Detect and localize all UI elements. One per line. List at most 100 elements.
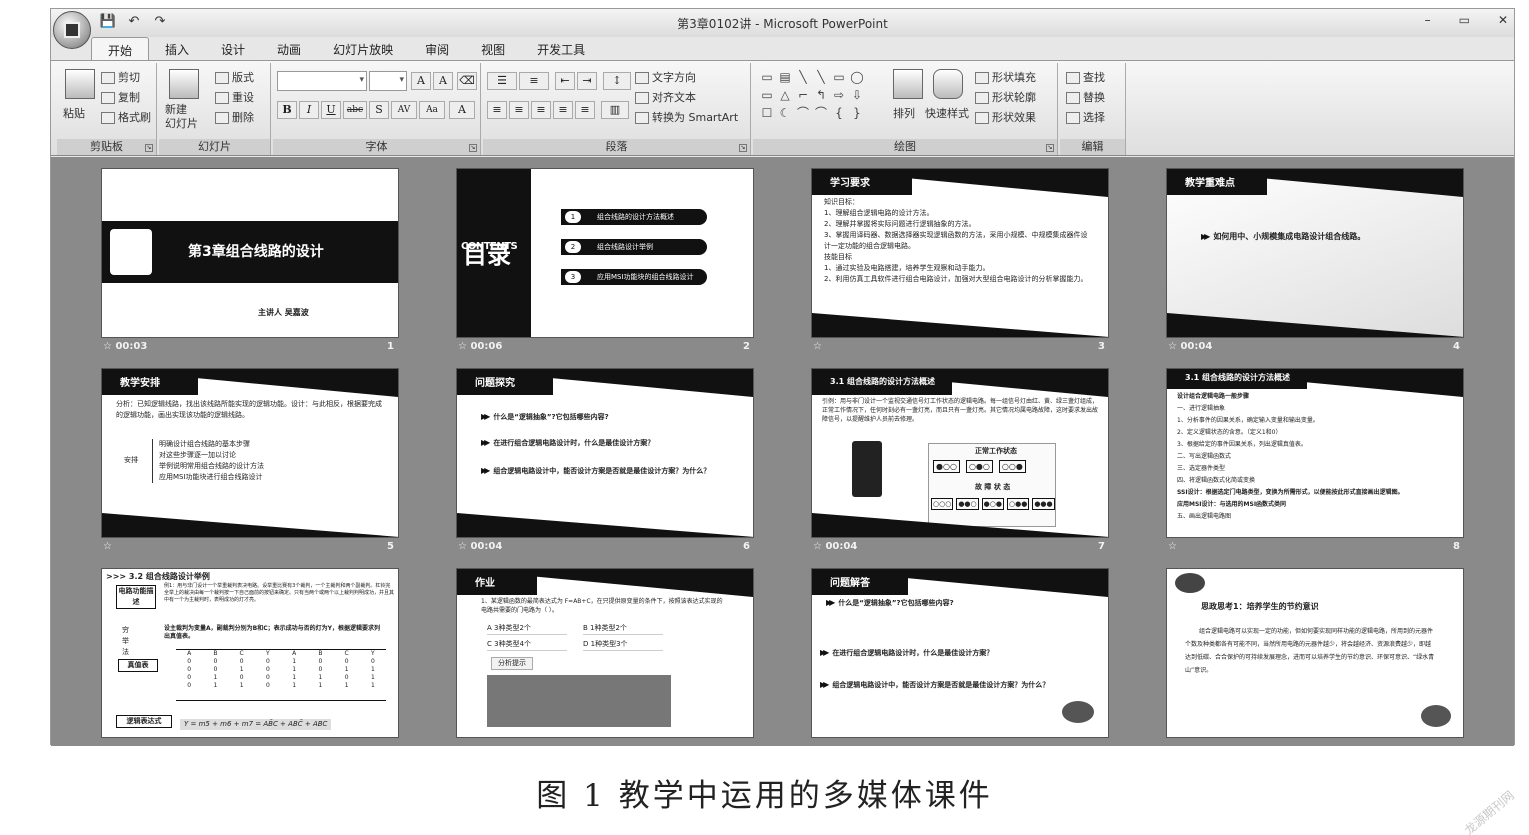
font-color-button[interactable]: A xyxy=(449,101,475,119)
strikethrough-button[interactable]: abc xyxy=(343,101,367,119)
align-center-icon[interactable]: ≡ xyxy=(509,101,529,119)
paste-button[interactable]: 粘贴 xyxy=(63,105,85,121)
shape-effects-button[interactable]: 形状效果 xyxy=(975,109,1036,125)
font-size-select[interactable] xyxy=(369,71,407,91)
analysis-tip-button[interactable]: 分析提示 xyxy=(491,657,533,670)
slide-thumbnail-8[interactable]: 3.1 组合线路的设计方法概述 设计组合逻辑电路一般步骤 一、进行逻辑抽象 1、… xyxy=(1166,368,1464,538)
underline-button[interactable]: U xyxy=(321,101,341,119)
contents-item-3: 3 应用MSI功能块的组合线路设计 xyxy=(561,269,707,285)
tab-review[interactable]: 审阅 xyxy=(409,37,465,61)
columns-icon[interactable]: ▥ xyxy=(601,101,629,119)
clipboard-launcher-icon[interactable]: ↘ xyxy=(145,144,153,152)
option-d[interactable]: D 1种类型3个 xyxy=(583,639,663,651)
shrink-font-icon[interactable]: A xyxy=(433,72,453,90)
close-button[interactable]: ✕ xyxy=(1498,13,1508,27)
bullets-icon[interactable]: ☰ xyxy=(487,72,517,90)
justify-icon[interactable]: ≡ xyxy=(553,101,573,119)
slide-thumbnail-12[interactable]: 思政思考1：培养学生的节约意识 组合逻辑电路可以实现一定的功能，但如何要实现同样… xyxy=(1166,568,1464,738)
align-text-button[interactable]: 对齐文本 xyxy=(635,89,696,105)
shape-fill-button[interactable]: 形状填充 xyxy=(975,69,1036,85)
slide-title: 教学安排 xyxy=(120,378,160,389)
tab-view[interactable]: 视图 xyxy=(465,37,521,61)
slide-title: 3.1 组合线路的设计方法概述 xyxy=(1185,373,1290,382)
tab-slideshow[interactable]: 幻灯片放映 xyxy=(317,37,409,61)
distribute-icon[interactable]: ≡ xyxy=(575,101,595,119)
arrange-icon[interactable] xyxy=(893,69,923,99)
pen-icon xyxy=(975,92,989,104)
tab-developer[interactable]: 开发工具 xyxy=(521,37,601,61)
format-painter-button[interactable]: 格式刷 xyxy=(101,109,151,125)
replace-button[interactable]: 替换 xyxy=(1066,89,1105,105)
paste-icon[interactable] xyxy=(65,69,95,99)
slide-thumbnail-5[interactable]: 教学安排 分析：已知逻辑线路，找出该线路所能实现的逻辑功能。设计：与此相反，根据… xyxy=(101,368,399,538)
arrange-button[interactable]: 排列 xyxy=(893,105,915,121)
decor-bottom xyxy=(812,313,1108,337)
slide-thumbnail-6[interactable]: 问题探究 ▶▶ 什么是“逻辑抽象”?它包括哪些内容? ▶▶ 在进行组合逻辑电路设计时… xyxy=(456,368,754,538)
drawing-launcher-icon[interactable]: ↘ xyxy=(1046,144,1054,152)
slide-thumbnail-2[interactable]: 目录 CONTENTS 1 组合线路的设计方法概述 2 组合线路设计举例 3 应用MS… xyxy=(456,168,754,338)
font-launcher-icon[interactable]: ↘ xyxy=(469,144,477,152)
tab-design[interactable]: 设计 xyxy=(205,37,261,61)
office-button[interactable] xyxy=(53,11,91,49)
maximize-button[interactable]: ▭ xyxy=(1459,13,1470,27)
slide-thumbnail-11[interactable]: 问题解答 ▶▶ 什么是“逻辑抽象”?它包括哪些内容? ▶▶ 在进行组合逻辑电路设计时… xyxy=(811,568,1109,738)
option-c[interactable]: C 3种类型4个 xyxy=(487,639,567,651)
new-slide-button[interactable]: 新建 幻灯片 xyxy=(165,103,198,131)
paint-bucket-icon xyxy=(975,72,989,84)
shapes-gallery[interactable]: ▭ ▤ ╲ ╲ ▭ ◯ ▭ △ ⌐ ↰ ⇨ ⇩ ☐ ☾ ⌒ ⌒{} xyxy=(759,69,865,121)
slide-number-3: 3 xyxy=(1098,341,1105,352)
arrangement-list: 明确设计组合线路的基本步骤 对这些步骤逐一加以讨论 举例说明常用组合线路的设计方… xyxy=(152,439,264,483)
tab-home[interactable]: 开始 xyxy=(91,37,150,61)
text-direction-button[interactable]: 文字方向 xyxy=(635,69,696,85)
answer-1: ▶▶ 什么是“逻辑抽象”?它包括哪些内容? xyxy=(826,598,954,607)
slide-timing-7: ☆ 00:04 xyxy=(813,541,858,552)
delete-button[interactable]: 删除 xyxy=(215,109,254,125)
font-family-select[interactable] xyxy=(277,71,367,91)
quick-styles-icon[interactable] xyxy=(933,69,963,99)
select-button[interactable]: 选择 xyxy=(1066,109,1105,125)
option-a[interactable]: A 3种类型2个 xyxy=(487,623,567,635)
arrow-bullet-icon: ▶▶ xyxy=(481,412,490,421)
italic-button[interactable]: I xyxy=(299,101,319,119)
paragraph-launcher-icon[interactable]: ↘ xyxy=(739,144,747,152)
copy-button[interactable]: 复制 xyxy=(101,89,140,105)
quick-styles-button[interactable]: 快速样式 xyxy=(925,105,969,121)
step-truth-table: 真值表 xyxy=(118,659,158,672)
align-left-icon[interactable]: ≡ xyxy=(487,101,507,119)
slide-thumbnail-4[interactable]: 教学重难点 ▶▶ 如何用中、小规模集成电路设计组合线路。 xyxy=(1166,168,1464,338)
slide-thumbnail-9[interactable]: >>> 3.2 组合线路设计举例 电路功能描述 穷举法 真值表 逻辑表达式 例1… xyxy=(101,568,399,738)
new-slide-icon[interactable] xyxy=(169,69,199,99)
slide-thumbnail-7[interactable]: 3.1 组合线路的设计方法概述 引例：用与非门设计一个监视交通信号灯工作状态的逻… xyxy=(811,368,1109,538)
slide-timing-4: ☆ 00:04 xyxy=(1168,341,1213,352)
option-b[interactable]: B 1种类型2个 xyxy=(583,623,663,635)
find-button[interactable]: 查找 xyxy=(1066,69,1105,85)
tab-insert[interactable]: 插入 xyxy=(149,37,205,61)
smartart-button[interactable]: 转换为 SmartArt xyxy=(635,109,738,125)
numbering-icon[interactable]: ≡ xyxy=(519,72,549,90)
change-case-button[interactable]: Aa xyxy=(419,101,445,119)
shape-outline-button[interactable]: 形状轮廓 xyxy=(975,89,1036,105)
cut-button[interactable]: 剪切 xyxy=(101,69,140,85)
tab-animations[interactable]: 动画 xyxy=(261,37,317,61)
align-right-icon[interactable]: ≡ xyxy=(531,101,551,119)
logic-formula: Y = m5 + m6 + m7 = AB̄C + ABC̄ + ABC xyxy=(180,719,332,730)
slide-thumbnail-10[interactable]: 作业 1、某逻辑函数的最简表达式为 F=AB+C，在只提供原变量的条件下，按照该… xyxy=(456,568,754,738)
shadow-button[interactable]: S xyxy=(369,101,389,119)
char-spacing-button[interactable]: AV xyxy=(391,101,417,119)
slide-thumbnail-1[interactable]: 第3章组合线路的设计 主讲人 吴嘉波 xyxy=(101,168,399,338)
reset-button[interactable]: 重设 xyxy=(215,89,254,105)
increase-indent-icon[interactable]: ⇥ xyxy=(577,72,597,90)
smartart-icon xyxy=(635,112,649,124)
minimize-button[interactable]: – xyxy=(1425,13,1431,27)
slide-title: 问题探究 xyxy=(475,378,515,389)
bold-button[interactable]: B xyxy=(277,101,297,119)
layout-button[interactable]: 版式 xyxy=(215,69,254,85)
clear-format-icon[interactable]: ⌫ xyxy=(457,72,477,90)
school-logo xyxy=(110,229,152,275)
line-spacing-icon[interactable]: ↕ xyxy=(603,72,631,90)
grow-font-icon[interactable]: A xyxy=(411,72,431,90)
slide-thumbnail-3[interactable]: 学习要求 知识目标： 1、理解组合逻辑电路的设计方法。 2、理解并掌握将实际问题… xyxy=(811,168,1109,338)
arrangement-label: 安排 xyxy=(124,456,138,464)
question-2: ▶▶ 在进行组合逻辑电路设计时，什么是最佳设计方案？ xyxy=(481,438,655,447)
decrease-indent-icon[interactable]: ⇤ xyxy=(555,72,575,90)
